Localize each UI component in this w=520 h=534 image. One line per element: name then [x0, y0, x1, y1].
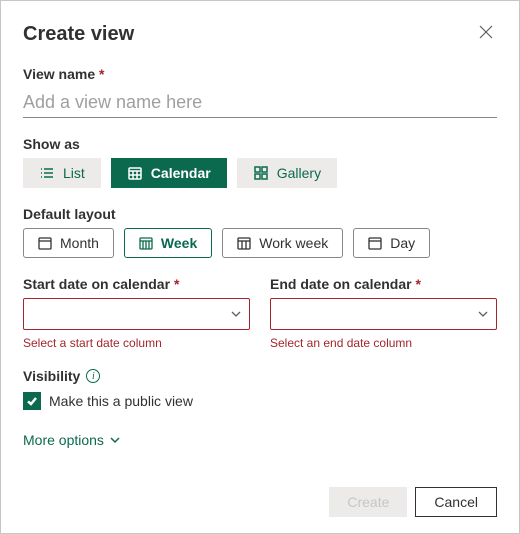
start-date-label: Start date on calendar *: [23, 276, 250, 292]
chevron-down-icon: [110, 435, 120, 445]
view-name-input[interactable]: [23, 88, 497, 118]
create-button[interactable]: Create: [329, 487, 407, 517]
gallery-icon: [253, 165, 269, 181]
day-icon: [368, 236, 382, 250]
more-options-toggle[interactable]: More options: [23, 432, 120, 448]
default-layout-label: Default layout: [23, 206, 497, 222]
start-date-select[interactable]: [23, 298, 250, 330]
layout-month-button[interactable]: Month: [23, 228, 114, 258]
layout-workweek-button[interactable]: Work week: [222, 228, 343, 258]
visibility-label: Visibility: [23, 368, 80, 384]
dialog-header: Create view: [23, 21, 497, 48]
layout-day-button[interactable]: Day: [353, 228, 430, 258]
layout-row: Month Week Work week Day: [23, 228, 497, 258]
end-date-error: Select an end date column: [270, 336, 497, 350]
view-name-label: View name *: [23, 66, 497, 82]
end-date-select[interactable]: [270, 298, 497, 330]
check-icon: [26, 395, 38, 407]
chevron-down-icon: [231, 309, 241, 319]
info-icon[interactable]: i: [86, 369, 100, 383]
dialog-title: Create view: [23, 23, 475, 46]
week-icon: [139, 236, 153, 250]
public-view-checkbox[interactable]: [23, 392, 41, 410]
month-icon: [38, 236, 52, 250]
list-icon: [39, 165, 55, 181]
close-icon[interactable]: [475, 21, 497, 48]
show-as-row: List Calendar Gallery: [23, 158, 497, 188]
dialog-footer: Create Cancel: [329, 487, 497, 517]
workweek-icon: [237, 236, 251, 250]
show-as-label: Show as: [23, 136, 497, 152]
cancel-button[interactable]: Cancel: [415, 487, 497, 517]
layout-week-button[interactable]: Week: [124, 228, 212, 258]
calendar-icon: [127, 165, 143, 181]
public-view-label: Make this a public view: [49, 393, 193, 409]
show-as-list-button[interactable]: List: [23, 158, 101, 188]
create-view-dialog: Create view View name * Show as List Cal…: [0, 0, 520, 534]
chevron-down-icon: [478, 309, 488, 319]
end-date-label: End date on calendar *: [270, 276, 497, 292]
show-as-gallery-button[interactable]: Gallery: [237, 158, 337, 188]
start-date-error: Select a start date column: [23, 336, 250, 350]
show-as-calendar-button[interactable]: Calendar: [111, 158, 227, 188]
